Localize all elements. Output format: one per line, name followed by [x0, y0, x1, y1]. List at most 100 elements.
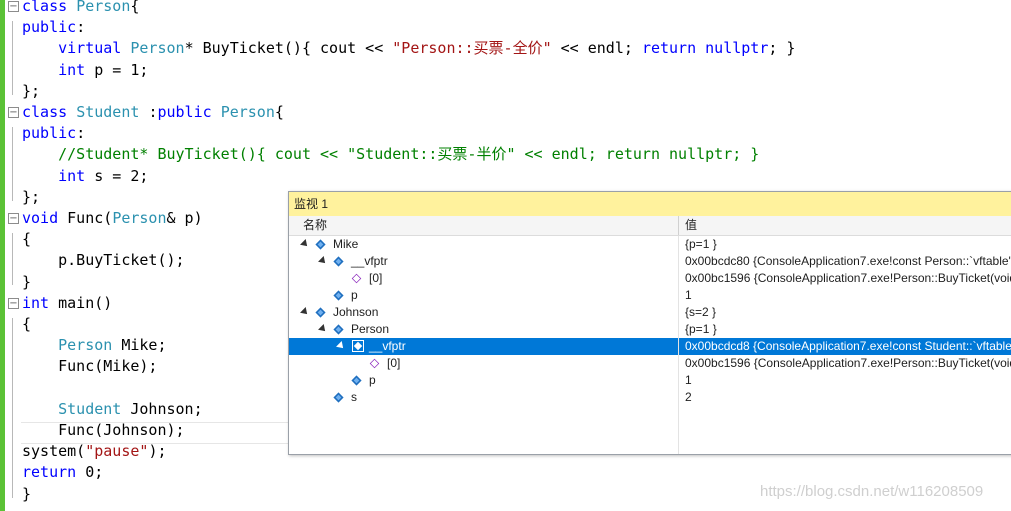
column-name-header[interactable]: 名称	[303, 216, 327, 235]
column-divider	[678, 236, 679, 253]
field-icon	[333, 324, 344, 335]
code-text: class Person{	[22, 0, 139, 17]
code-token: virtual	[58, 39, 131, 57]
code-token: class	[22, 103, 77, 121]
field-icon	[315, 307, 326, 318]
method-icon	[351, 273, 362, 284]
code-text: }	[22, 272, 31, 293]
code-token: Student	[58, 400, 131, 418]
fold-toggle-icon[interactable]: −	[8, 298, 19, 309]
column-divider	[678, 372, 679, 389]
code-token: Student	[76, 103, 149, 121]
expand-triangle-icon[interactable]	[336, 341, 346, 351]
code-token: :	[76, 124, 86, 142]
code-token: "Student::买票-半价"	[347, 145, 516, 163]
code-line[interactable]: public:	[6, 123, 1006, 144]
watch-value: 2	[685, 390, 692, 404]
code-text: Student Johnson;	[22, 399, 203, 420]
field-icon	[333, 256, 344, 267]
fold-guide	[12, 21, 13, 95]
code-line[interactable]: //Student* BuyTicket(){ cout << "Student…	[6, 144, 1006, 165]
code-text: {	[22, 229, 31, 250]
code-token: Person	[58, 336, 122, 354]
column-divider	[678, 355, 679, 372]
code-token: return nullptr	[641, 39, 769, 57]
code-token: };	[22, 82, 41, 100]
code-line[interactable]: virtual Person* BuyTicket(){ cout << "Pe…	[6, 38, 1006, 59]
watch-row[interactable]: __vfptr 0x00bcdc80 {ConsoleApplication7.e…	[289, 253, 1011, 270]
code-line[interactable]: return 0;	[6, 462, 1006, 483]
column-divider	[678, 338, 679, 355]
expand-triangle-icon[interactable]	[300, 239, 310, 249]
fold-toggle-icon[interactable]: −	[8, 1, 19, 12]
column-divider	[678, 253, 679, 270]
column-separator[interactable]	[678, 216, 679, 235]
fold-toggle-icon[interactable]: −	[8, 107, 19, 118]
code-text: return 0;	[22, 462, 103, 483]
column-divider	[678, 287, 679, 304]
watch-row[interactable]: s2	[289, 389, 1011, 406]
watch-title-bar[interactable]: 监视 1	[289, 192, 1011, 216]
fold-toggle-icon[interactable]: −	[8, 213, 19, 224]
watch-row[interactable]: p1	[289, 287, 1011, 304]
watch-row[interactable]: p1	[289, 372, 1011, 389]
watch-window[interactable]: 监视 1 名称 值 Mike {p=1 } __vfptr 0x00bcdc80 {C…	[288, 191, 1011, 455]
code-token: ; }	[768, 39, 796, 57]
watch-row[interactable]: Person {p=1 }	[289, 321, 1011, 338]
code-token: public	[157, 103, 221, 121]
code-token: p.BuyTicket();	[22, 251, 185, 269]
fold-guide	[12, 127, 13, 201]
code-token: Func(Johnson);	[22, 421, 185, 439]
column-divider	[678, 321, 679, 338]
expand-triangle-icon[interactable]	[318, 256, 328, 266]
code-token: public	[22, 18, 77, 36]
code-text: public:	[22, 17, 85, 38]
code-token: Johnson;	[130, 400, 203, 418]
code-token: Func(	[67, 209, 113, 227]
code-text: virtual Person* BuyTicket(){ cout << "Pe…	[22, 38, 795, 59]
watch-title: 监视 1	[294, 197, 329, 211]
expand-triangle-icon[interactable]	[300, 307, 310, 317]
watch-name: p	[369, 373, 376, 387]
code-token: & p)	[166, 209, 203, 227]
code-text: int p = 1;	[22, 60, 148, 81]
code-token: Person	[130, 39, 185, 57]
field-icon	[333, 392, 344, 403]
watch-name: __vfptr	[369, 339, 406, 353]
code-token: p = 1;	[94, 61, 149, 79]
watch-value: {s=2 }	[685, 305, 717, 319]
watch-row[interactable]: __vfptr 0x00bcdcd8 {ConsoleApplication7.e…	[289, 338, 1011, 355]
code-text: public:	[22, 123, 85, 144]
code-token: }	[22, 273, 32, 291]
code-line[interactable]: − class Person{	[6, 0, 1006, 17]
field-icon	[352, 340, 364, 352]
column-value-header[interactable]: 值	[685, 216, 697, 235]
watch-row[interactable]: [0] 0x00bc1596 {ConsoleApplication7.exe!P…	[289, 355, 1011, 372]
code-token: Person	[112, 209, 167, 227]
column-divider	[678, 389, 679, 406]
expand-triangle-icon[interactable]	[318, 324, 328, 334]
watch-row[interactable]: Johnson {s=2 }	[289, 304, 1011, 321]
code-text: class Student :public Person{	[22, 102, 284, 123]
code-text: int main()	[22, 293, 112, 314]
code-line[interactable]: int p = 1;	[6, 60, 1006, 81]
watch-name: Johnson	[333, 305, 379, 319]
code-text: int s = 2;	[22, 166, 148, 187]
column-divider	[678, 304, 679, 321]
code-line[interactable]: − class Student :public Person{	[6, 102, 1006, 123]
watch-row[interactable]: [0] 0x00bc1596 {ConsoleApplication7.exe!P…	[289, 270, 1011, 287]
watch-row[interactable]: Mike {p=1 }	[289, 236, 1011, 253]
code-text: p.BuyTicket();	[22, 250, 185, 271]
code-line[interactable]: public:	[6, 17, 1006, 38]
code-token: "pause"	[85, 442, 149, 460]
field-icon	[333, 290, 344, 301]
code-line[interactable]: int s = 2;	[6, 166, 1006, 187]
code-line[interactable]: };	[6, 81, 1006, 102]
code-text: };	[22, 187, 40, 208]
code-text: void Func(Person& p)	[22, 208, 203, 229]
code-token: 0;	[85, 463, 104, 481]
